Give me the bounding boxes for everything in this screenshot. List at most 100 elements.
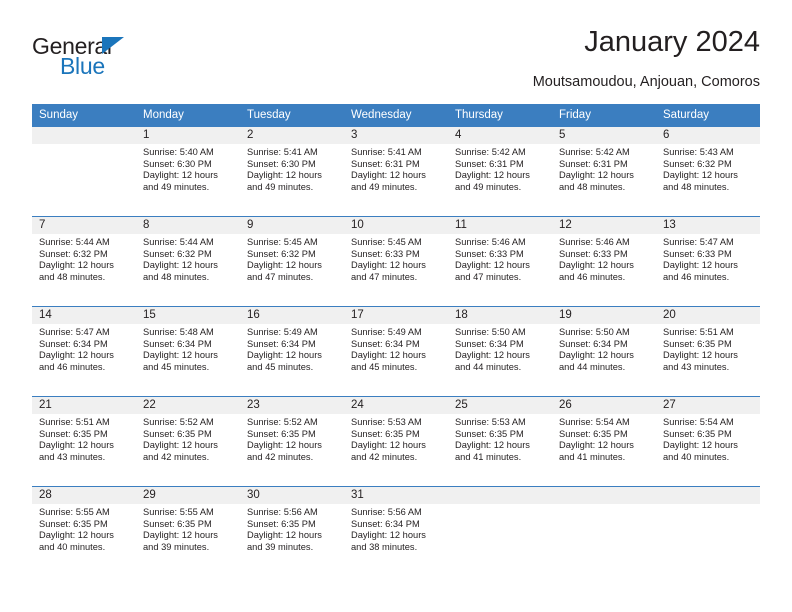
day-cell[interactable]: 20 Sunrise: 5:51 AM Sunset: 6:35 PM Dayl… [656, 306, 760, 397]
daylight-text-line1: Daylight: 12 hours [351, 170, 426, 181]
day-cell[interactable]: 2 Sunrise: 5:41 AM Sunset: 6:30 PM Dayli… [240, 126, 344, 217]
sunset-text: Sunset: 6:33 PM [559, 248, 628, 259]
daylight-text-line2: and 42 minutes. [247, 451, 314, 462]
sunrise-text: Sunrise: 5:52 AM [247, 417, 318, 427]
day-cell[interactable]: 31 Sunrise: 5:56 AM Sunset: 6:34 PM Dayl… [344, 486, 448, 576]
daylight-text-line1: Daylight: 12 hours [455, 350, 530, 361]
daylight-text-line1: Daylight: 12 hours [663, 170, 738, 181]
day-cell[interactable]: 11 Sunrise: 5:46 AM Sunset: 6:33 PM Dayl… [448, 216, 552, 307]
calendar-header-row: Sunday Monday Tuesday Wednesday Thursday… [32, 104, 760, 127]
weekday-header-wednesday: Wednesday [344, 104, 448, 127]
sunset-text: Sunset: 6:31 PM [351, 158, 420, 169]
daylight-text-line2: and 43 minutes. [663, 361, 730, 372]
day-cell[interactable]: 30 Sunrise: 5:56 AM Sunset: 6:35 PM Dayl… [240, 486, 344, 576]
sunrise-text: Sunrise: 5:53 AM [455, 417, 526, 427]
day-number: 21 [32, 397, 136, 414]
day-cell[interactable]: 1 Sunrise: 5:40 AM Sunset: 6:30 PM Dayli… [136, 126, 240, 217]
day-number: 19 [552, 307, 656, 324]
generalblue-logo[interactable]: General Blue [32, 34, 202, 90]
day-cell[interactable]: 28 Sunrise: 5:55 AM Sunset: 6:35 PM Dayl… [32, 486, 136, 576]
day-cell[interactable]: 29 Sunrise: 5:55 AM Sunset: 6:35 PM Dayl… [136, 486, 240, 576]
day-cell[interactable]: 26 Sunrise: 5:54 AM Sunset: 6:35 PM Dayl… [552, 396, 656, 487]
day-cell[interactable] [32, 126, 136, 217]
sunset-text: Sunset: 6:34 PM [39, 338, 108, 349]
daylight-text-line1: Daylight: 12 hours [143, 350, 218, 361]
daylight-text-line1: Daylight: 12 hours [351, 530, 426, 541]
sunset-text: Sunset: 6:33 PM [663, 248, 732, 259]
day-number: 7 [32, 217, 136, 234]
day-cell[interactable]: 24 Sunrise: 5:53 AM Sunset: 6:35 PM Dayl… [344, 396, 448, 487]
day-cell[interactable]: 7 Sunrise: 5:44 AM Sunset: 6:32 PM Dayli… [32, 216, 136, 307]
day-details: Sunrise: 5:47 AM Sunset: 6:33 PM Dayligh… [656, 234, 760, 283]
sunrise-text: Sunrise: 5:56 AM [247, 507, 318, 517]
daylight-text-line2: and 40 minutes. [39, 541, 106, 552]
daylight-text-line2: and 44 minutes. [455, 361, 522, 372]
day-cell[interactable]: 3 Sunrise: 5:41 AM Sunset: 6:31 PM Dayli… [344, 126, 448, 217]
day-number [656, 487, 760, 504]
daylight-text-line1: Daylight: 12 hours [559, 260, 634, 271]
sunrise-text: Sunrise: 5:45 AM [247, 237, 318, 247]
day-cell[interactable]: 6 Sunrise: 5:43 AM Sunset: 6:32 PM Dayli… [656, 126, 760, 217]
day-cell[interactable]: 25 Sunrise: 5:53 AM Sunset: 6:35 PM Dayl… [448, 396, 552, 487]
daylight-text-line2: and 47 minutes. [455, 271, 522, 282]
calendar-week-row: 1 Sunrise: 5:40 AM Sunset: 6:30 PM Dayli… [32, 126, 760, 217]
sunrise-text: Sunrise: 5:49 AM [351, 327, 422, 337]
day-number: 18 [448, 307, 552, 324]
sunrise-text: Sunrise: 5:41 AM [247, 147, 318, 157]
day-cell[interactable]: 8 Sunrise: 5:44 AM Sunset: 6:32 PM Dayli… [136, 216, 240, 307]
day-cell[interactable]: 16 Sunrise: 5:49 AM Sunset: 6:34 PM Dayl… [240, 306, 344, 397]
day-cell[interactable]: 17 Sunrise: 5:49 AM Sunset: 6:34 PM Dayl… [344, 306, 448, 397]
day-cell[interactable]: 15 Sunrise: 5:48 AM Sunset: 6:34 PM Dayl… [136, 306, 240, 397]
daylight-text-line1: Daylight: 12 hours [351, 440, 426, 451]
day-cell[interactable]: 14 Sunrise: 5:47 AM Sunset: 6:34 PM Dayl… [32, 306, 136, 397]
day-number: 5 [552, 127, 656, 144]
day-cell[interactable] [552, 486, 656, 576]
daylight-text-line1: Daylight: 12 hours [247, 440, 322, 451]
day-cell[interactable]: 5 Sunrise: 5:42 AM Sunset: 6:31 PM Dayli… [552, 126, 656, 217]
day-cell[interactable]: 22 Sunrise: 5:52 AM Sunset: 6:35 PM Dayl… [136, 396, 240, 487]
day-details: Sunrise: 5:53 AM Sunset: 6:35 PM Dayligh… [344, 414, 448, 463]
daylight-text-line1: Daylight: 12 hours [143, 440, 218, 451]
sunset-text: Sunset: 6:34 PM [559, 338, 628, 349]
day-cell[interactable]: 19 Sunrise: 5:50 AM Sunset: 6:34 PM Dayl… [552, 306, 656, 397]
day-cell[interactable]: 23 Sunrise: 5:52 AM Sunset: 6:35 PM Dayl… [240, 396, 344, 487]
day-cell[interactable] [448, 486, 552, 576]
daylight-text-line1: Daylight: 12 hours [39, 350, 114, 361]
sunrise-text: Sunrise: 5:42 AM [559, 147, 630, 157]
day-cell[interactable]: 10 Sunrise: 5:45 AM Sunset: 6:33 PM Dayl… [344, 216, 448, 307]
sunset-text: Sunset: 6:32 PM [143, 248, 212, 259]
calendar-week-row: 7 Sunrise: 5:44 AM Sunset: 6:32 PM Dayli… [32, 216, 760, 307]
weekday-header-sunday: Sunday [32, 104, 136, 127]
day-details: Sunrise: 5:54 AM Sunset: 6:35 PM Dayligh… [552, 414, 656, 463]
day-cell[interactable] [656, 486, 760, 576]
day-cell[interactable]: 9 Sunrise: 5:45 AM Sunset: 6:32 PM Dayli… [240, 216, 344, 307]
calendar-week-row: 28 Sunrise: 5:55 AM Sunset: 6:35 PM Dayl… [32, 486, 760, 576]
calendar-week-row: 14 Sunrise: 5:47 AM Sunset: 6:34 PM Dayl… [32, 306, 760, 397]
daylight-text-line1: Daylight: 12 hours [559, 440, 634, 451]
day-number: 11 [448, 217, 552, 234]
calendar-page: General Blue January 2024 Moutsamoudou, … [0, 0, 792, 612]
day-cell[interactable]: 27 Sunrise: 5:54 AM Sunset: 6:35 PM Dayl… [656, 396, 760, 487]
day-details: Sunrise: 5:41 AM Sunset: 6:31 PM Dayligh… [344, 144, 448, 193]
day-number: 16 [240, 307, 344, 324]
day-number: 23 [240, 397, 344, 414]
day-cell[interactable]: 12 Sunrise: 5:46 AM Sunset: 6:33 PM Dayl… [552, 216, 656, 307]
sunset-text: Sunset: 6:34 PM [351, 338, 420, 349]
day-number: 28 [32, 487, 136, 504]
day-details: Sunrise: 5:48 AM Sunset: 6:34 PM Dayligh… [136, 324, 240, 373]
day-cell[interactable]: 13 Sunrise: 5:47 AM Sunset: 6:33 PM Dayl… [656, 216, 760, 307]
sunrise-text: Sunrise: 5:50 AM [455, 327, 526, 337]
sunset-text: Sunset: 6:35 PM [247, 518, 316, 529]
daylight-text-line2: and 45 minutes. [247, 361, 314, 372]
calendar-body: 1 Sunrise: 5:40 AM Sunset: 6:30 PM Dayli… [32, 126, 760, 576]
sunset-text: Sunset: 6:33 PM [351, 248, 420, 259]
sunrise-text: Sunrise: 5:41 AM [351, 147, 422, 157]
calendar-table: Sunday Monday Tuesday Wednesday Thursday… [32, 104, 760, 576]
sunrise-text: Sunrise: 5:46 AM [559, 237, 630, 247]
sunset-text: Sunset: 6:30 PM [143, 158, 212, 169]
day-cell[interactable]: 4 Sunrise: 5:42 AM Sunset: 6:31 PM Dayli… [448, 126, 552, 217]
day-cell[interactable]: 21 Sunrise: 5:51 AM Sunset: 6:35 PM Dayl… [32, 396, 136, 487]
weekday-header-thursday: Thursday [448, 104, 552, 127]
day-details: Sunrise: 5:43 AM Sunset: 6:32 PM Dayligh… [656, 144, 760, 193]
day-cell[interactable]: 18 Sunrise: 5:50 AM Sunset: 6:34 PM Dayl… [448, 306, 552, 397]
